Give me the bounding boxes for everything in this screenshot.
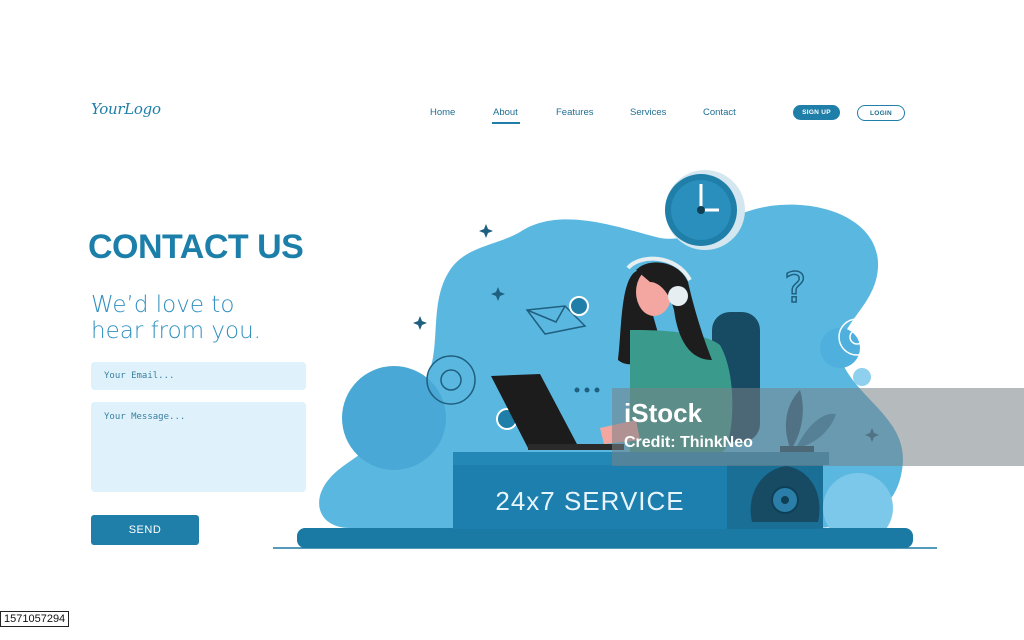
blob-circle-left: [342, 366, 446, 470]
customer-support-illustration: ? 24x7 SERVICE: [273, 170, 937, 549]
typing-dots-icon: [574, 387, 600, 393]
user-badge-icon: [569, 296, 589, 316]
laptop-base: [528, 444, 624, 450]
blob-circle-small: [853, 368, 871, 386]
floor-base: [297, 528, 913, 548]
desk-sign: 24x7 SERVICE: [495, 486, 684, 516]
watermark-brand: iStock: [624, 398, 703, 428]
clock-icon: [665, 170, 745, 250]
question-mark-icon: ?: [784, 263, 806, 312]
image-number-tag: 1571057294: [0, 611, 70, 627]
watermark-credit: Credit: ThinkNeo: [624, 434, 753, 451]
